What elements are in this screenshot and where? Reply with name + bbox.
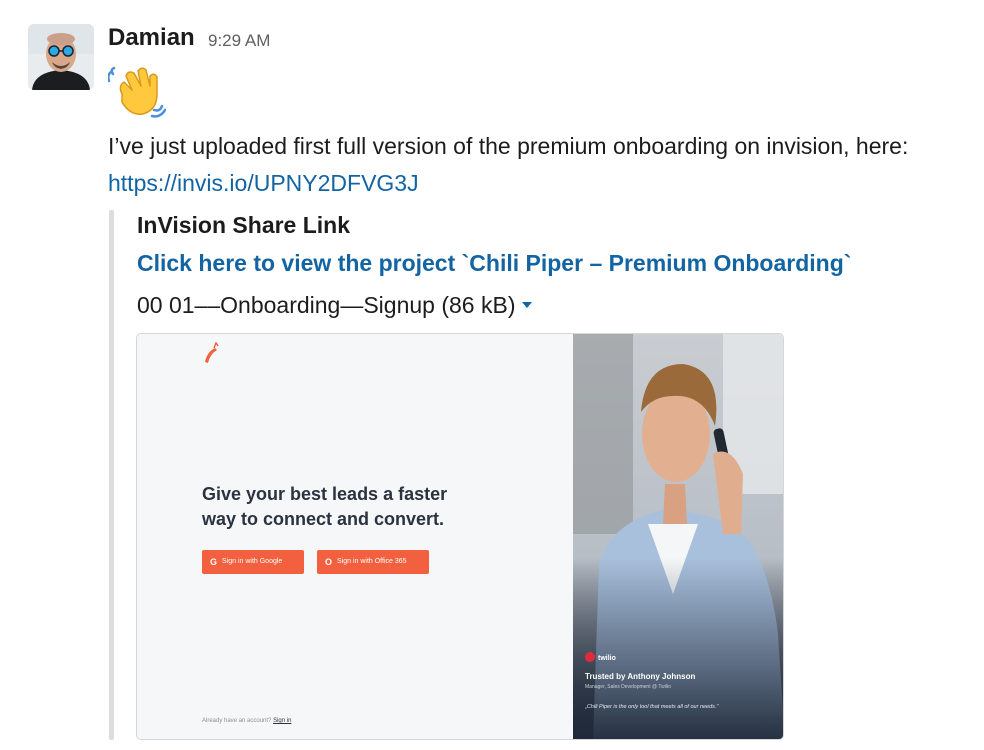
- attachment-project-link[interactable]: Click here to view the project `Chili Pi…: [137, 250, 851, 277]
- message-text: I’ve just uploaded first full version of…: [108, 133, 909, 159]
- waving-hand-icon: [107, 64, 167, 118]
- attachment-preview-image[interactable]: Give your best leads a faster way to con…: [136, 333, 784, 740]
- sign-in-office-label: Sign in with Office 365: [337, 558, 407, 565]
- preview-testimonial-photo: twilio Trusted by Anthony Johnson Manage…: [573, 334, 783, 739]
- sign-in-google-button: G Sign in with Google: [202, 550, 304, 574]
- preview-footer-text: Already have an account?: [202, 718, 272, 724]
- preview-footer-link: Sign in: [273, 718, 292, 724]
- attachment-file[interactable]: 00 01––Onboarding—Signup (86 kB): [137, 288, 533, 319]
- message-link[interactable]: https://invis.io/UPNY2DFVG3J: [108, 170, 419, 196]
- twilio-icon: [585, 652, 595, 662]
- testimonial-quote: „Chili Piper is the only tool that meets…: [585, 704, 719, 710]
- attachment-title: InVision Share Link: [137, 212, 351, 238]
- office-icon: O: [325, 557, 333, 567]
- sender-name[interactable]: Damian: [108, 24, 195, 52]
- message-body: I’ve just uploaded first full version of…: [108, 128, 958, 202]
- preview-headline-line1: Give your best leads a faster: [202, 484, 448, 504]
- preview-headline-line2: way to connect and convert.: [202, 509, 445, 529]
- avatar[interactable]: [28, 24, 94, 90]
- message: Damian 9:29 AM I’ve just uploaded first …: [0, 0, 984, 750]
- avatar-image: [28, 24, 94, 90]
- sign-in-office-button: O Sign in with Office 365: [317, 550, 429, 574]
- twilio-logo: twilio: [585, 652, 616, 662]
- attachment-file-name: 00 01––Onboarding—Signup (86 kB): [137, 292, 516, 318]
- testimonial-role: Manager, Sales Development @ Twilio: [585, 684, 671, 690]
- twilio-brand-text: twilio: [598, 655, 616, 662]
- preview-signup-panel: Give your best leads a faster way to con…: [137, 334, 573, 739]
- message-timestamp[interactable]: 9:29 AM: [208, 31, 270, 51]
- testimonial-name: Trusted by Anthony Johnson: [585, 672, 696, 681]
- preview-footer: Already have an account? Sign in: [202, 718, 291, 724]
- caret-down-icon[interactable]: [521, 288, 533, 315]
- sign-in-google-label: Sign in with Google: [222, 558, 283, 565]
- attachment-quote-bar: [109, 210, 114, 740]
- preview-headline: Give your best leads a faster way to con…: [202, 482, 532, 532]
- chili-logo-icon: [201, 341, 219, 364]
- google-icon: G: [210, 557, 218, 567]
